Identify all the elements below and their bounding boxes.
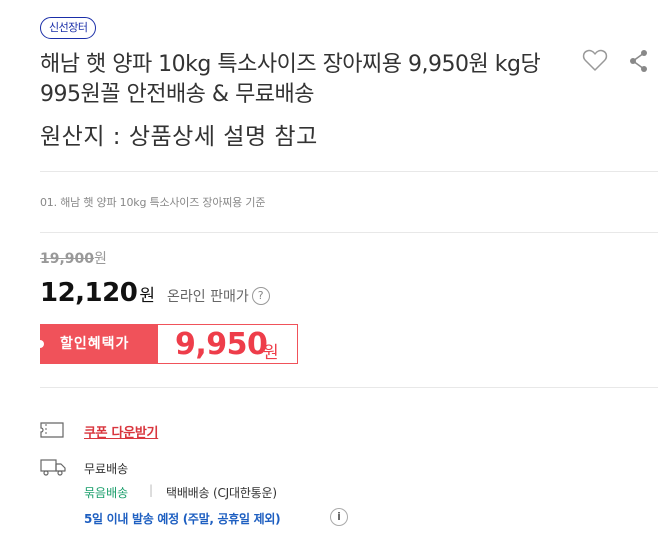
sale-price: 12,120 원 온라인 판매가? [40, 278, 270, 308]
share-icon[interactable] [626, 48, 650, 74]
info-icon[interactable]: i [330, 508, 348, 526]
question-mark-icon[interactable]: ? [251, 287, 270, 305]
tag-hole [36, 340, 44, 348]
original-price-unit: 원 [94, 251, 107, 267]
courier-info: 택배배송 (CJ대한통운) [166, 486, 277, 500]
divider [40, 171, 658, 172]
sale-price-label: 온라인 판매가 [166, 289, 249, 305]
shipping-fee: 무료배송 [84, 462, 129, 476]
product-title: 해남 햇 양파 10kg 특소사이즈 장아찌용 9,950원 kg당 995원꼴… [40, 52, 541, 107]
category-badge[interactable]: 신선장터 [40, 17, 97, 39]
sale-price-unit: 원 [139, 286, 155, 306]
discount-label-text: 할인혜택가 [60, 336, 130, 352]
origin-info: 원산지 : 상품상세 설명 참고 [40, 124, 318, 150]
divider [40, 387, 658, 388]
sale-price-value: 12,120 [40, 278, 138, 308]
separator: | [149, 483, 154, 497]
coupon-download-link[interactable]: 쿠폰 다운받기 [84, 422, 158, 441]
option-note: 01. 해남 햇 양파 10kg 특소사이즈 장아찌용 기준 [40, 196, 266, 209]
original-price: 19,900원 [40, 248, 107, 268]
original-price-value: 19,900 [40, 251, 95, 267]
delivery-truck-icon [40, 459, 66, 476]
discount-price: 9,950 원 [157, 324, 298, 364]
discount-label: 할인혜택가 [36, 324, 158, 364]
discount-price-unit: 원 [263, 343, 279, 363]
bundle-shipping-link[interactable]: 묶음배송 [84, 484, 128, 501]
shipping-eta: 5일 이내 발송 예정 (주말, 공휴일 제외) [84, 512, 281, 526]
heart-outline-icon[interactable] [582, 48, 608, 72]
coupon-ticket-icon [40, 422, 64, 438]
divider [40, 232, 658, 233]
discount-price-value: 9,950 [175, 327, 268, 362]
